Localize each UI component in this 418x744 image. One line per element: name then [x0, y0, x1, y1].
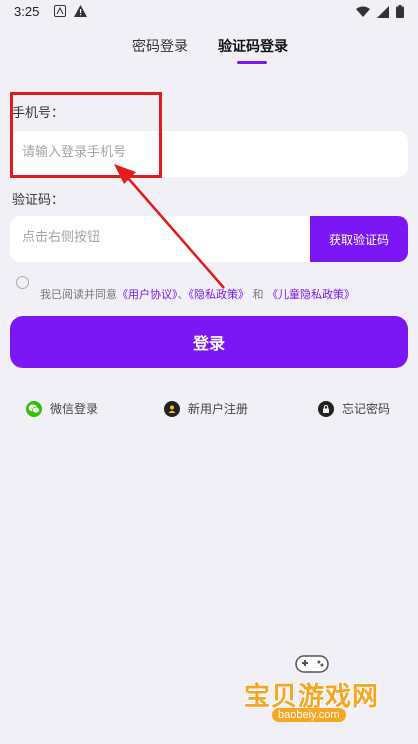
annotation-highlight-box: [10, 92, 162, 178]
wifi-icon: [356, 6, 370, 17]
active-tab-indicator: [237, 61, 267, 64]
forgot-password-link[interactable]: 忘记密码: [318, 400, 390, 417]
code-field: 获取验证码: [10, 216, 408, 262]
notification-a-icon: [54, 5, 66, 17]
login-button[interactable]: 登录: [10, 316, 408, 368]
status-time: 3:25: [14, 4, 40, 19]
login-tabs: 密码登录 验证码登录: [0, 36, 418, 68]
battery-icon: [396, 5, 404, 18]
code-label: 验证码：: [12, 193, 65, 208]
wechat-icon: [26, 400, 42, 417]
warning-icon: [74, 5, 87, 17]
register-link[interactable]: 新用户注册: [164, 400, 248, 417]
status-notifications: [54, 5, 87, 17]
agree-checkbox[interactable]: [16, 276, 29, 289]
agreement-text: 我已阅读并同意《用户协议》、《隐私政策》 和 《儿童隐私政策》: [40, 286, 355, 302]
status-bar: 3:25: [0, 0, 418, 24]
watermark-url: baobeiy.com: [272, 708, 346, 722]
wechat-login-label: 微信登录: [50, 402, 99, 416]
tab-code-login[interactable]: 验证码登录: [218, 36, 288, 56]
lock-icon: [318, 400, 334, 417]
register-label: 新用户注册: [188, 402, 249, 416]
agreement-prefix: 我已阅读并同意: [40, 288, 117, 301]
tab-password-login[interactable]: 密码登录: [132, 36, 188, 56]
privacy-policy-link[interactable]: 《隐私政策》: [189, 288, 250, 301]
get-code-button[interactable]: 获取验证码: [310, 216, 408, 262]
forgot-password-label: 忘记密码: [342, 402, 391, 416]
agreement-and: 和: [252, 288, 264, 301]
children-privacy-link[interactable]: 《儿童隐私政策》: [267, 288, 355, 301]
user-agreement-link[interactable]: 《用户协议》: [117, 288, 178, 301]
signal-icon: [377, 5, 389, 18]
gamepad-icon: [295, 655, 329, 673]
agreement-row: 我已阅读并同意《用户协议》、《隐私政策》 和 《儿童隐私政策》: [16, 276, 411, 316]
bottom-links: 微信登录 新用户注册 忘记密码: [0, 400, 418, 420]
status-system-icons: [356, 5, 404, 18]
user-icon: [164, 400, 180, 417]
wechat-login-link[interactable]: 微信登录: [26, 400, 98, 417]
agreement-sep: 、: [177, 288, 189, 301]
watermark-logo: 宝贝游戏网 baobeiy.com: [238, 652, 388, 732]
code-input[interactable]: [20, 229, 284, 246]
